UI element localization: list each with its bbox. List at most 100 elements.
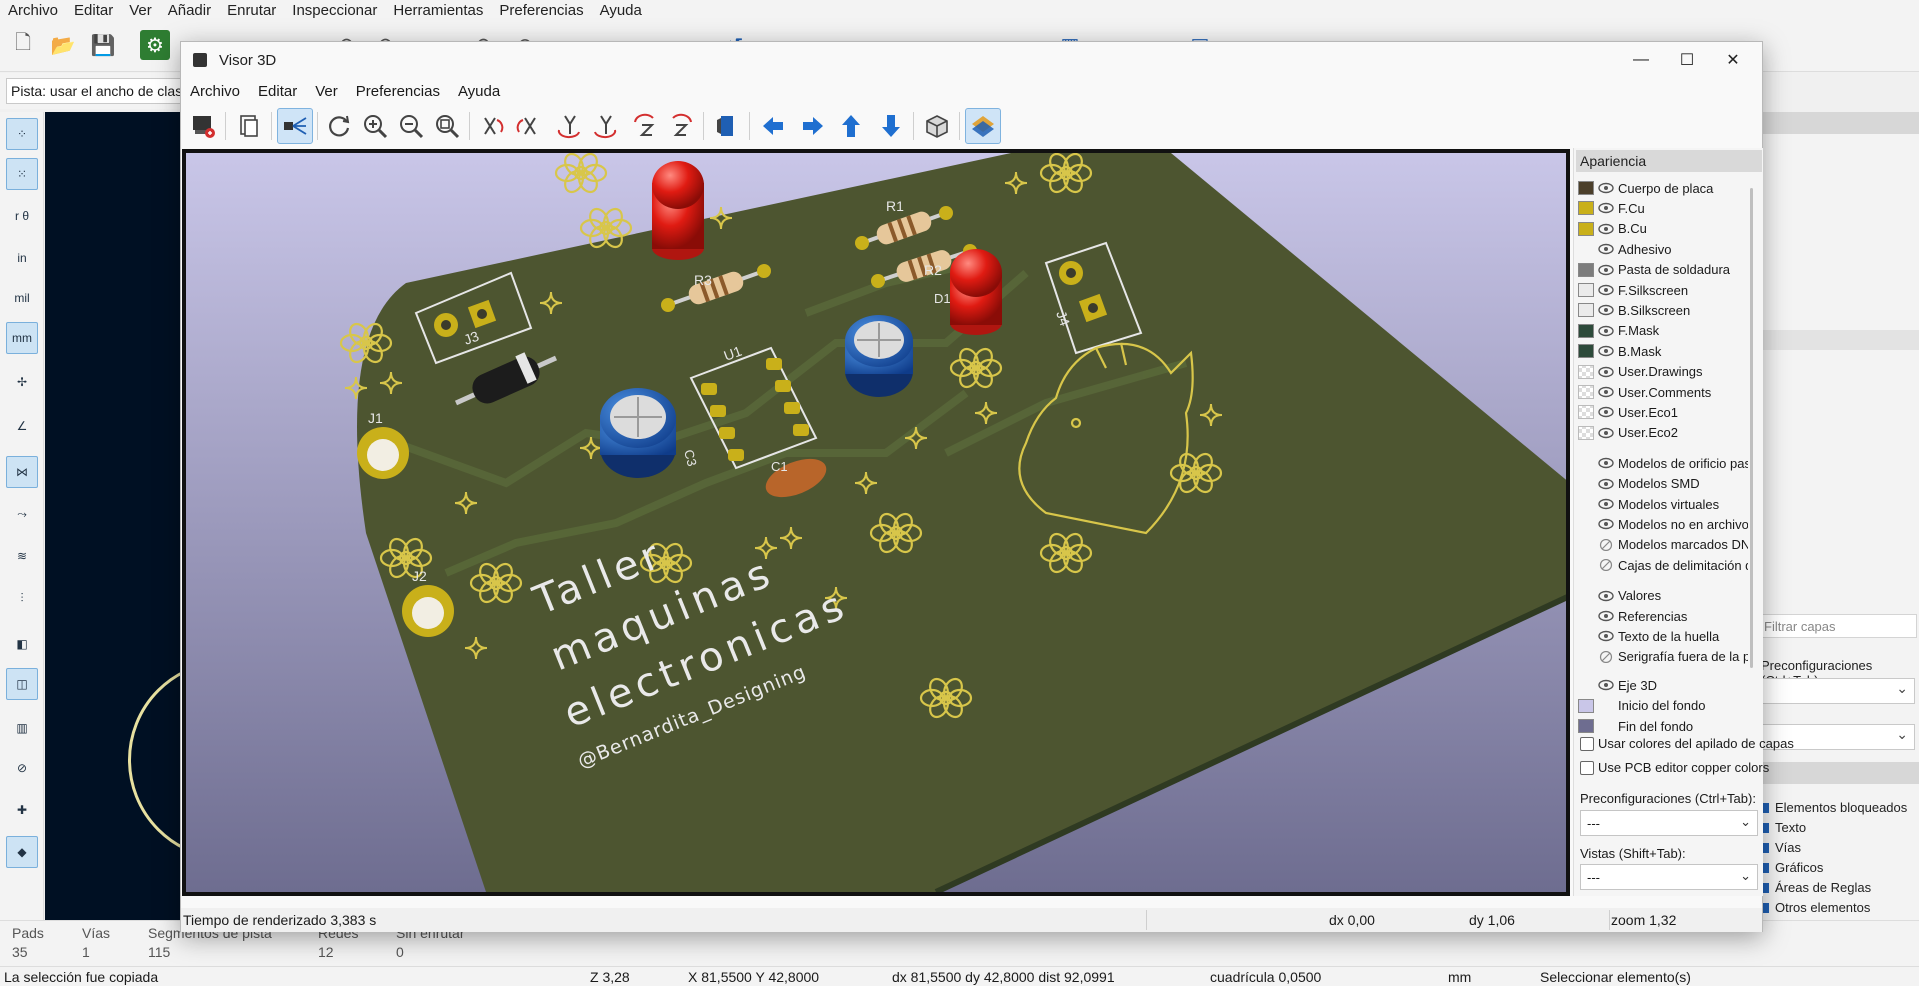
hidden-icon[interactable] [1598, 558, 1614, 572]
viewer-titlebar[interactable]: Visor 3D — ☐ ✕ [181, 42, 1762, 78]
eye-icon[interactable] [1598, 365, 1614, 379]
layer-color-swatch[interactable] [1578, 538, 1594, 552]
layer-color-swatch[interactable] [1578, 201, 1594, 216]
appearance-row[interactable]: F.Mask [1578, 321, 1659, 341]
layer-color-swatch[interactable] [1578, 558, 1594, 572]
appearance-row[interactable]: Valores [1578, 586, 1661, 606]
layer-color-swatch[interactable] [1578, 221, 1594, 236]
appearance-scrollbar[interactable] [1750, 188, 1753, 668]
eye-icon[interactable] [1598, 719, 1614, 733]
layer-color-swatch[interactable] [1578, 303, 1594, 318]
zoom-fit-icon[interactable] [429, 108, 465, 144]
visibility-text[interactable]: Texto [1759, 820, 1806, 835]
viewer-menu-archivo[interactable]: Archivo [181, 83, 249, 100]
pcb-menu-anadir[interactable]: Añadir [160, 2, 219, 19]
tracks-outline-icon[interactable]: ≋ [6, 540, 38, 572]
render-canvas-3d[interactable]: J3 J4 J1 J2 R1 R2 R3 U1 C1 C3 D1 Taller … [186, 153, 1566, 892]
viewer-menu-ver[interactable]: Ver [306, 83, 347, 100]
visibility-rule-areas[interactable]: Áreas de Reglas [1759, 880, 1871, 895]
eye-icon[interactable] [1598, 497, 1614, 511]
refresh-icon[interactable] [321, 108, 357, 144]
curved-ratsnest-icon[interactable]: ⤳ [6, 498, 38, 530]
track-width-combo[interactable]: Pista: usar el ancho de clase [6, 78, 182, 104]
appearance-row[interactable]: Eje 3D [1578, 675, 1657, 695]
eye-icon[interactable] [1598, 456, 1614, 470]
pcb-canvas[interactable] [45, 112, 185, 920]
appearance-row[interactable]: Cuerpo de placa [1578, 178, 1713, 198]
layer-color-swatch[interactable] [1578, 678, 1594, 692]
eye-icon[interactable] [1598, 222, 1614, 236]
layer-color-swatch[interactable] [1578, 344, 1594, 359]
move-down-icon[interactable] [873, 108, 909, 144]
layer-color-swatch[interactable] [1578, 283, 1594, 297]
rotate-x-cw-icon[interactable] [475, 108, 511, 144]
appearance-panel-icon[interactable] [965, 108, 1001, 144]
eye-icon[interactable] [1598, 678, 1614, 692]
pcb-menu-archivo[interactable]: Archivo [0, 2, 66, 19]
layer-color-swatch[interactable] [1578, 698, 1594, 713]
render-raytracing-icon[interactable] [185, 108, 221, 144]
appearance-row[interactable]: Texto de la huella [1578, 626, 1719, 646]
eye-icon[interactable] [1598, 385, 1614, 399]
open-folder-icon[interactable]: 📂 [48, 30, 78, 60]
new-file-icon[interactable]: 🗋 [8, 30, 38, 60]
appearance-row[interactable]: B.Cu [1578, 219, 1647, 239]
eye-icon[interactable] [1598, 426, 1614, 440]
angle-icon[interactable]: ∠ [6, 410, 38, 442]
visibility-other-items[interactable]: Otros elementos [1759, 900, 1870, 915]
units-mil-button[interactable]: mil [6, 282, 38, 314]
move-up-icon[interactable] [833, 108, 869, 144]
rotate-z-cw-icon[interactable] [627, 108, 663, 144]
ratsnest-icon[interactable]: ⋈ [6, 456, 38, 488]
net-highlight-icon[interactable]: ▥ [6, 712, 38, 744]
presets-select[interactable]: --- ⌄ [1580, 810, 1758, 836]
appearance-row[interactable]: Serigrafía fuera de la placa [1578, 647, 1748, 667]
zoom-out-icon[interactable] [393, 108, 429, 144]
close-button[interactable]: ✕ [1710, 42, 1756, 78]
rotate-y-ccw-icon[interactable] [587, 108, 623, 144]
appearance-row[interactable]: B.Silkscreen [1578, 300, 1690, 320]
layer-color-swatch[interactable] [1578, 385, 1594, 399]
zoom-in-icon[interactable] [357, 108, 393, 144]
pcb-menu-inspeccionar[interactable]: Inspeccionar [284, 2, 385, 19]
viewer-menu-editar[interactable]: Editar [249, 83, 306, 100]
appearance-row[interactable]: User.Drawings [1578, 362, 1703, 382]
visibility-vias[interactable]: Vías [1759, 840, 1801, 855]
layer-color-swatch[interactable] [1578, 242, 1594, 256]
pcb-menu-herramientas[interactable]: Herramientas [385, 2, 491, 19]
rotate-z-ccw-icon[interactable] [663, 108, 699, 144]
eye-icon[interactable] [1598, 609, 1614, 623]
save-icon[interactable]: 💾 [88, 30, 118, 60]
appearance-row[interactable]: B.Mask [1578, 341, 1661, 361]
minimize-button[interactable]: — [1618, 42, 1664, 78]
move-right-icon[interactable] [795, 108, 831, 144]
layer-color-swatch[interactable] [1578, 323, 1594, 338]
ortho-icon[interactable] [919, 108, 955, 144]
appearance-row[interactable]: Adhesivo [1578, 239, 1671, 259]
grid-dots-icon[interactable]: ⁘ [6, 118, 38, 150]
appearance-row[interactable]: User.Eco1 [1578, 402, 1678, 422]
pcb-menu-ver[interactable]: Ver [121, 2, 160, 19]
layer-color-swatch[interactable] [1578, 405, 1594, 420]
appearance-row[interactable]: Cajas de delimitación del modelo [1578, 555, 1748, 575]
layer-color-swatch[interactable] [1578, 650, 1594, 664]
appearance-row[interactable]: User.Comments [1578, 382, 1711, 402]
eye-icon[interactable] [1598, 517, 1614, 531]
eye-icon[interactable] [1598, 477, 1614, 491]
layer-color-swatch[interactable] [1578, 477, 1594, 491]
copy-image-icon[interactable] [231, 108, 267, 144]
eye-icon[interactable] [1598, 201, 1614, 215]
views-select[interactable]: --- ⌄ [1580, 864, 1758, 890]
zones-icon[interactable]: ◫ [6, 668, 38, 700]
layer-color-swatch[interactable] [1578, 497, 1594, 511]
appearance-row[interactable]: Modelos virtuales [1578, 494, 1719, 514]
layers-manager-icon[interactable]: ◆ [6, 836, 38, 868]
eye-icon[interactable] [1598, 181, 1614, 195]
eye-icon[interactable] [1598, 589, 1614, 603]
appearance-row[interactable]: Modelos marcados DNP [1578, 535, 1748, 555]
appearance-row[interactable]: F.Silkscreen [1578, 280, 1688, 300]
use-stackup-colors-checkbox[interactable]: Usar colores del apilado de capas [1580, 736, 1794, 751]
appearance-row[interactable]: Fin del fondo [1578, 716, 1693, 736]
viewer-menu-ayuda[interactable]: Ayuda [449, 83, 509, 100]
layer-color-swatch[interactable] [1578, 262, 1594, 277]
